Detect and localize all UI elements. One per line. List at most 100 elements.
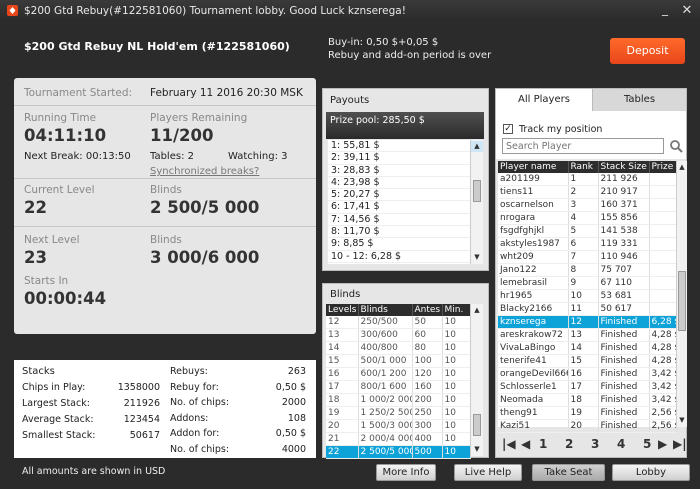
player-row[interactable]: nrogara 4 155 856 <box>498 211 677 226</box>
scroll-down-icon[interactable]: ▼ <box>471 252 483 263</box>
players-scrollbar[interactable]: ▲ ▼ <box>676 161 687 427</box>
take-seat-button[interactable]: Take Seat <box>532 464 605 481</box>
blinds-column-header[interactable]: Levels <box>326 304 359 317</box>
player-cell: Finished <box>598 315 650 330</box>
blinds-scrollbar[interactable]: ▲ ▼ <box>470 304 483 456</box>
player-row[interactable]: Blacky2166 11 50 617 <box>498 302 677 317</box>
player-cell: Finished <box>598 328 650 343</box>
blinds-row[interactable]: 16 600/1 200 120 10 <box>326 367 471 382</box>
blinds-row[interactable]: 15 500/1 000 100 10 <box>326 354 471 369</box>
page-link[interactable]: 2 <box>565 437 573 451</box>
player-row[interactable]: hr1965 10 53 681 <box>498 289 677 304</box>
player-cell: 10 <box>568 289 599 304</box>
scroll-down-icon[interactable]: ▼ <box>677 415 687 426</box>
player-row[interactable]: Kazi5120Finished2,56 $ <box>498 419 677 434</box>
players-column-header[interactable]: Player name <box>498 161 569 174</box>
blinds-title: Blinds <box>330 289 361 300</box>
scroll-up-icon[interactable]: ▲ <box>677 162 687 173</box>
blinds-row[interactable]: 20 1 500/3 000 300 10 <box>326 419 471 434</box>
payout-item: 4: 23,98 $ <box>328 177 470 190</box>
player-cell: 9 <box>568 276 599 291</box>
blinds-row[interactable]: 14 400/800 80 10 <box>326 341 471 356</box>
blinds-row[interactable]: 19 1 250/2 500 250 10 <box>326 406 471 421</box>
scroll-thumb[interactable] <box>678 271 686 331</box>
page-link[interactable]: 5 <box>643 437 651 451</box>
last-page-icon[interactable]: ▶| <box>673 437 687 451</box>
search-player-input[interactable] <box>502 138 664 154</box>
players-column-header[interactable]: Stack Size <box>598 161 650 174</box>
payouts-scrollbar[interactable]: ▲ ▼ <box>470 140 483 264</box>
track-position-checkbox[interactable]: ✓ <box>503 124 513 134</box>
blinds-row[interactable]: 18 1 000/2 000 200 10 <box>326 393 471 408</box>
next-page-icon[interactable]: ▶ <box>658 437 667 451</box>
player-row[interactable]: orangeDevil66616Finished3,42 $ <box>498 367 677 382</box>
payout-item: 8: 11,70 $ <box>328 226 470 239</box>
player-cell: 12 <box>568 315 599 330</box>
page-link[interactable]: 3 <box>591 437 599 451</box>
blinds-column-header[interactable]: Blinds <box>358 304 413 317</box>
blinds-cell: 2 000/4 000 <box>358 432 413 447</box>
players-table[interactable]: Player name Rank Stack Size Prize a201199 1 2… <box>498 161 677 434</box>
player-row[interactable]: Neomada18Finished3,42 $ <box>498 393 677 408</box>
running-time-label: Running Time <box>24 112 97 124</box>
close-button[interactable]: ✕ <box>678 2 696 19</box>
rebuy-stat-label: Addon for: <box>170 428 220 440</box>
page-link[interactable]: 1 <box>539 437 547 451</box>
player-row[interactable]: VivaLaBingo14Finished4,28 $ <box>498 341 677 356</box>
player-row[interactable]: theng9119Finished2,56 $ <box>498 406 677 421</box>
player-row[interactable]: tiens11 2 210 917 <box>498 185 677 200</box>
player-row[interactable]: Jano122 8 75 707 <box>498 263 677 278</box>
stack-stat-value: 211926 <box>123 398 160 409</box>
players-column-header[interactable]: Rank <box>568 161 599 174</box>
blinds-cell: 1 250/2 500 <box>358 406 413 421</box>
scroll-up-icon[interactable]: ▲ <box>471 141 483 152</box>
player-row[interactable]: oscarnelson 3 160 371 <box>498 198 677 213</box>
blinds-cell: 500 <box>412 445 443 460</box>
blinds-cell: 80 <box>412 341 443 356</box>
player-row[interactable]: tenerife4115Finished4,28 $ <box>498 354 677 369</box>
player-row[interactable]: areskrakow7213Finished4,28 $ <box>498 328 677 343</box>
player-row[interactable]: fsgdfghjkl 5 141 538 <box>498 224 677 239</box>
prev-page-icon[interactable]: ◀ <box>521 437 530 451</box>
blinds-column-header[interactable]: Min. <box>442 304 471 317</box>
blinds-column-header[interactable]: Antes <box>412 304 443 317</box>
blinds-row[interactable]: 22 2 500/5 000 500 10 <box>326 445 471 460</box>
blinds-table[interactable]: Levels Blinds Antes Min. 12 250/500 50 10 13 300… <box>326 304 471 460</box>
scroll-thumb[interactable] <box>473 414 481 436</box>
player-cell: 4,28 $ <box>649 354 677 369</box>
player-row[interactable]: akstyles1987 6 119 331 <box>498 237 677 252</box>
player-cell: Neomada <box>498 393 569 408</box>
stacks-title: Stacks <box>22 366 55 377</box>
deposit-button[interactable]: Deposit <box>610 38 685 64</box>
more-info-button[interactable]: More Info <box>376 464 436 481</box>
blinds-row[interactable]: 13 300/600 60 10 <box>326 328 471 343</box>
live-help-button[interactable]: Live Help <box>454 464 522 481</box>
tab-all-players[interactable]: All Players <box>496 89 592 111</box>
player-row[interactable]: a201199 1 211 926 <box>498 173 677 187</box>
player-cell: 6,28 $ <box>649 315 677 330</box>
player-row[interactable]: Schlosserle117Finished3,42 $ <box>498 380 677 395</box>
player-cell: 2,56 $ <box>649 419 677 434</box>
page-link[interactable]: 4 <box>617 437 625 451</box>
blinds-cell: 13 <box>326 328 359 343</box>
players-column-header[interactable]: Prize <box>649 161 677 174</box>
first-page-icon[interactable]: |◀ <box>502 437 516 451</box>
minimize-button[interactable]: _ <box>656 2 674 19</box>
player-cell: wht209 <box>498 250 569 265</box>
blinds-row[interactable]: 17 800/1 600 160 10 <box>326 380 471 395</box>
scroll-down-icon[interactable]: ▼ <box>471 444 483 455</box>
blinds-row[interactable]: 21 2 000/4 000 400 10 <box>326 432 471 447</box>
scroll-thumb[interactable] <box>473 180 481 202</box>
synchronized-breaks-link[interactable]: Synchronized breaks? <box>150 166 259 177</box>
player-cell <box>649 302 677 317</box>
payouts-list[interactable]: 1: 55,81 $2: 39,11 $3: 28,83 $4: 23,98 $… <box>328 140 470 264</box>
starts-in-label: Starts In <box>24 275 69 287</box>
tab-tables[interactable]: Tables <box>592 89 686 111</box>
scroll-up-icon[interactable]: ▲ <box>471 305 483 316</box>
blinds-row[interactable]: 12 250/500 50 10 <box>326 316 471 330</box>
player-row[interactable]: wht209 7 110 946 <box>498 250 677 265</box>
lobby-button[interactable]: Lobby <box>612 464 690 481</box>
player-row[interactable]: lemebrasil 9 67 110 <box>498 276 677 291</box>
search-icon[interactable] <box>669 139 683 153</box>
player-row[interactable]: kznserega12Finished6,28 $ <box>498 315 677 330</box>
